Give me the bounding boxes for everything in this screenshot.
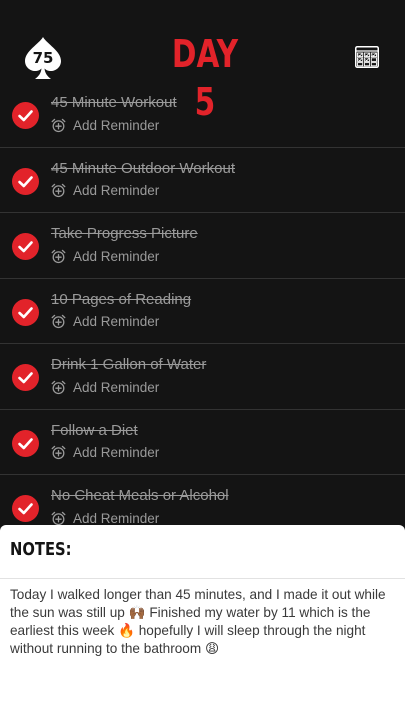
checkmark-icon [18,437,33,449]
completed-check-button[interactable] [12,167,39,195]
logo-number: 75 [32,49,54,67]
notes-title: NOTES: [10,539,72,560]
add-reminder-button[interactable]: Add Reminder [51,444,159,462]
header: 75 DAY 5 [0,0,405,124]
alarm-clock-icon [51,249,66,264]
completed-check-button[interactable] [12,102,39,129]
alarm-clock-icon [51,183,66,198]
completed-check-button[interactable] [12,429,39,457]
task-name: Follow a Diet [51,421,138,439]
completed-check-button[interactable] [12,364,39,391]
alarm-clock-icon [51,445,66,460]
task-item-45-minute-outdoor-workout[interactable]: 45 Minute Outdoor Workout Add Reminder [0,148,405,213]
calendar-grid-icon [355,46,379,68]
reminder-label: Add Reminder [73,117,160,133]
task-item-take-progress-picture[interactable]: Take Progress Picture Add Reminder [0,213,405,279]
task-list: 45 Minute Workout Add Reminder 45 Minute… [0,82,405,541]
checkmark-icon [18,110,33,122]
reminder-label: Add Reminder [73,379,160,395]
task-item-10-pages-of-reading[interactable]: 10 Pages of Reading Add Reminder [0,279,405,344]
reminder-label: Add Reminder [73,183,160,198]
calendar-button[interactable] [355,46,379,68]
checkmark-icon [18,372,33,384]
task-item-45-minute-workout[interactable]: 45 Minute Workout Add Reminder [0,82,405,148]
task-item-drink-1-gallon-of-water[interactable]: Drink 1 Gallon of Water Add Reminder [0,344,405,410]
checkmark-icon [18,306,33,318]
task-name: Drink 1 Gallon of Water [51,356,207,373]
completed-check-button[interactable] [12,233,39,260]
task-name: 45 Minute Outdoor Workout [51,159,235,177]
add-reminder-button[interactable]: Add Reminder [51,313,159,331]
notes-text[interactable]: Today I walked longer than 45 minutes, a… [10,586,398,658]
checkmark-icon [18,175,33,187]
add-reminder-button[interactable]: Add Reminder [51,247,159,265]
alarm-clock-icon [51,511,66,526]
completed-check-button[interactable] [12,495,39,522]
add-reminder-button[interactable]: Add Reminder [51,182,159,200]
notes-panel: NOTES: Today I walked longer than 45 min… [0,525,405,720]
completed-check-button[interactable] [12,298,39,326]
reminder-label: Add Reminder [73,445,160,460]
checkmark-icon [18,241,33,253]
task-name: 10 Pages of Reading [51,290,192,308]
checkmark-icon [18,503,33,515]
reminder-label: Add Reminder [73,314,160,329]
task-name: 45 Minute Workout [51,94,177,111]
reminder-label: Add Reminder [73,510,160,526]
task-name: Take Progress Picture [51,225,198,242]
task-name: No Cheat Meals or Alcohol [51,487,229,504]
reminder-label: Add Reminder [73,248,160,264]
add-reminder-button[interactable]: Add Reminder [51,116,159,134]
notes-divider [0,578,405,579]
day-title: DAY 5 [171,32,239,124]
add-reminder-button[interactable]: Add Reminder [51,378,159,396]
task-item-follow-a-diet[interactable]: Follow a Diet Add Reminder [0,410,405,475]
alarm-clock-icon [51,314,66,329]
alarm-clock-icon [51,380,66,395]
alarm-clock-icon [51,118,66,133]
app-screen: 75 DAY 5 45 Minute Workout Add Reminder … [0,0,405,720]
app-logo: 75 [22,36,64,80]
